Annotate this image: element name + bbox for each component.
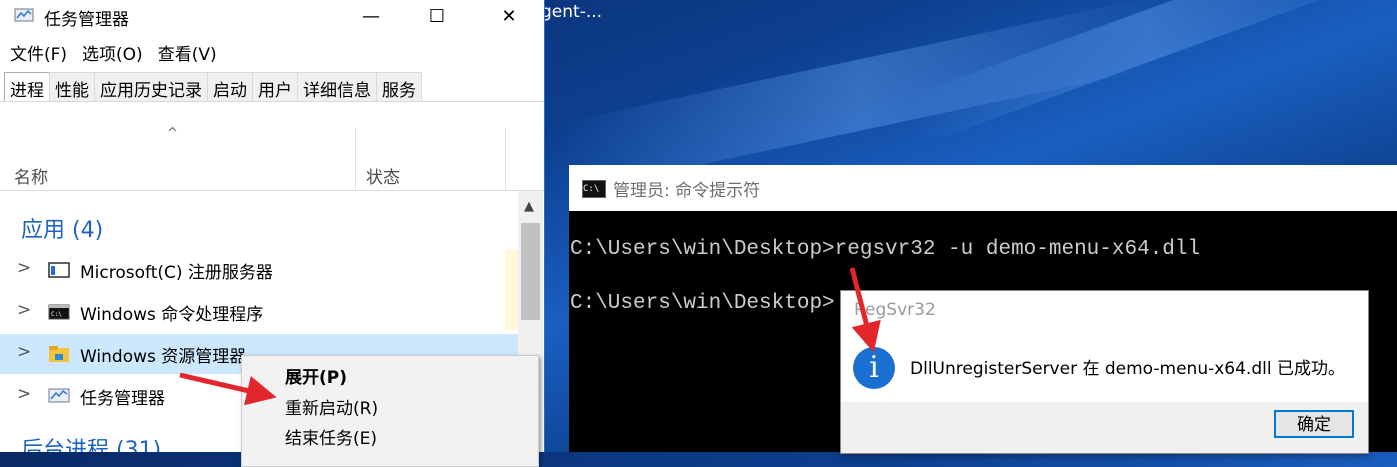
red-arrow-icon	[849, 267, 881, 353]
annotation-arrows	[179, 267, 881, 406]
red-arrow-icon	[179, 372, 277, 406]
